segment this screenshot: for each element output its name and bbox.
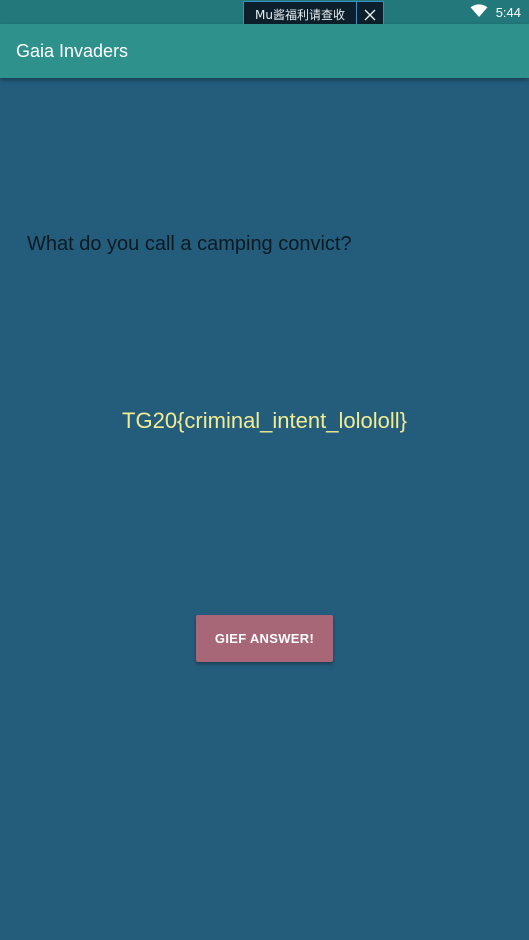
gief-answer-button[interactable]: GIEF ANSWER! [196, 615, 333, 662]
status-bar: Mu酱福利请查收 5:44 [0, 0, 529, 28]
question-text: What do you call a camping convict? [27, 233, 352, 255]
app-title: Gaia Invaders [16, 41, 129, 61]
status-icons: 5:44 [470, 0, 521, 24]
status-time: 5:44 [495, 4, 521, 20]
wifi-icon [470, 3, 488, 22]
answer-text: TG20{criminal_intent_lolololl} [122, 408, 407, 433]
app-bar: Gaia Invaders [0, 24, 529, 78]
